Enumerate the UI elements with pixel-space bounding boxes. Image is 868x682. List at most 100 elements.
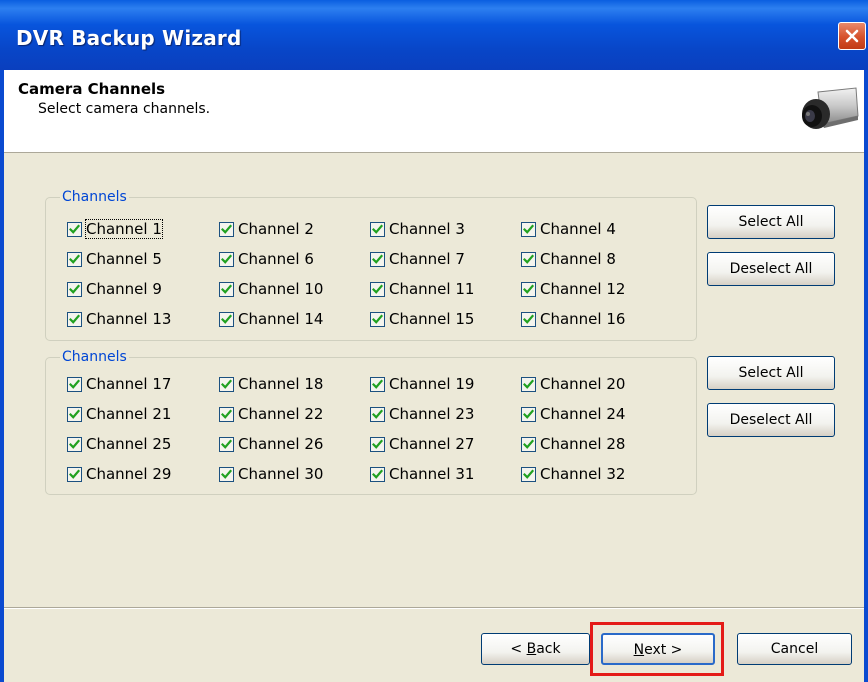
checkbox-box[interactable]	[67, 311, 82, 327]
checkbox-label: Channel 19	[389, 375, 475, 393]
checkbox-box[interactable]	[67, 221, 82, 237]
channel-checkbox[interactable]: Channel 28	[521, 433, 625, 455]
checkbox-box[interactable]	[67, 251, 82, 267]
channel-checkbox[interactable]: Channel 14	[219, 308, 323, 330]
checkbox-box[interactable]	[521, 221, 536, 237]
button-label: Cancel	[770, 641, 819, 657]
checkbox-box[interactable]	[521, 281, 536, 297]
checkbox-box[interactable]	[67, 281, 82, 297]
channel-checkbox[interactable]: Channel 3	[370, 218, 465, 240]
checkbox-box[interactable]	[219, 251, 234, 267]
checkbox-label: Channel 8	[540, 250, 616, 268]
checkbox-box[interactable]	[370, 466, 385, 482]
checkbox-box[interactable]	[219, 221, 234, 237]
checkmark-icon	[523, 223, 534, 234]
checkbox-box[interactable]	[67, 376, 82, 392]
channel-checkbox[interactable]: Channel 4	[521, 218, 616, 240]
checkbox-box[interactable]	[521, 406, 536, 422]
checkbox-label: Channel 30	[238, 465, 324, 483]
checkmark-icon	[221, 408, 232, 419]
channel-checkbox[interactable]: Channel 23	[370, 403, 474, 425]
close-button[interactable]	[838, 22, 866, 50]
channel-checkbox[interactable]: Channel 24	[521, 403, 625, 425]
channel-checkbox[interactable]: Channel 29	[67, 463, 171, 485]
select-all-button[interactable]: Select All	[707, 356, 835, 390]
checkmark-icon	[523, 468, 534, 479]
checkbox-box[interactable]	[370, 311, 385, 327]
checkmark-icon	[221, 283, 232, 294]
channel-checkbox[interactable]: Channel 2	[219, 218, 314, 240]
checkbox-label: Channel 17	[86, 375, 172, 393]
channel-checkbox[interactable]: Channel 17	[67, 373, 171, 395]
channel-checkbox[interactable]: Channel 32	[521, 463, 625, 485]
channel-checkbox[interactable]: Channel 30	[219, 463, 323, 485]
channel-checkbox[interactable]: Channel 5	[67, 248, 162, 270]
checkmark-icon	[221, 253, 232, 264]
checkmark-icon	[372, 223, 383, 234]
checkbox-box[interactable]	[521, 311, 536, 327]
checkmark-icon	[221, 438, 232, 449]
checkmark-icon	[69, 283, 80, 294]
checkbox-box[interactable]	[219, 311, 234, 327]
channel-checkbox[interactable]: Channel 26	[219, 433, 323, 455]
channel-checkbox[interactable]: Channel 31	[370, 463, 474, 485]
channel-checkbox[interactable]: Channel 18	[219, 373, 323, 395]
cancel-button[interactable]: Cancel	[737, 633, 852, 665]
checkbox-box[interactable]	[219, 281, 234, 297]
channel-checkbox[interactable]: Channel 8	[521, 248, 616, 270]
channel-checkbox[interactable]: Channel 21	[67, 403, 171, 425]
channel-checkbox[interactable]: Channel 6	[219, 248, 314, 270]
checkbox-box[interactable]	[521, 376, 536, 392]
checkbox-label: Channel 2	[238, 220, 314, 238]
checkbox-box[interactable]	[370, 221, 385, 237]
checkbox-box[interactable]	[370, 376, 385, 392]
footer-divider	[4, 607, 864, 609]
checkbox-box[interactable]	[521, 466, 536, 482]
back-button[interactable]: < Back	[481, 633, 590, 665]
channel-checkbox[interactable]: Channel 25	[67, 433, 171, 455]
checkmark-icon	[372, 378, 383, 389]
channel-checkbox[interactable]: Channel 20	[521, 373, 625, 395]
channel-checkbox[interactable]: Channel 16	[521, 308, 625, 330]
button-label: < Back	[482, 634, 589, 664]
channel-checkbox[interactable]: Channel 27	[370, 433, 474, 455]
checkbox-box[interactable]	[370, 406, 385, 422]
channel-checkbox[interactable]: Channel 7	[370, 248, 465, 270]
window-frame-left	[0, 70, 4, 682]
checkbox-box[interactable]	[219, 436, 234, 452]
checkmark-icon	[372, 408, 383, 419]
checkbox-label: Channel 20	[540, 375, 626, 393]
checkbox-box[interactable]	[67, 436, 82, 452]
select-all-button[interactable]: Select All	[707, 205, 835, 239]
checkbox-box[interactable]	[219, 466, 234, 482]
checkmark-icon	[372, 253, 383, 264]
deselect-all-button[interactable]: Deselect All	[707, 252, 835, 286]
checkbox-box[interactable]	[67, 466, 82, 482]
checkbox-label: Channel 13	[86, 310, 172, 328]
deselect-all-button[interactable]: Deselect All	[707, 403, 835, 437]
checkbox-label: Channel 11	[389, 280, 475, 298]
checkbox-label: Channel 15	[389, 310, 475, 328]
checkbox-box[interactable]	[219, 376, 234, 392]
channel-checkbox[interactable]: Channel 19	[370, 373, 474, 395]
channel-checkbox[interactable]: Channel 1	[67, 218, 163, 240]
checkbox-box[interactable]	[370, 436, 385, 452]
checkbox-box[interactable]	[219, 406, 234, 422]
checkbox-label: Channel 32	[540, 465, 626, 483]
channel-checkbox[interactable]: Channel 13	[67, 308, 171, 330]
title-bar[interactable]: DVR Backup Wizard	[0, 0, 868, 70]
checkbox-box[interactable]	[521, 436, 536, 452]
group-legend: Channels	[60, 349, 129, 365]
checkbox-box[interactable]	[370, 281, 385, 297]
checkbox-box[interactable]	[67, 406, 82, 422]
channel-checkbox[interactable]: Channel 10	[219, 278, 323, 300]
checkbox-box[interactable]	[370, 251, 385, 267]
checkmark-icon	[69, 313, 80, 324]
checkbox-box[interactable]	[521, 251, 536, 267]
channel-checkbox[interactable]: Channel 9	[67, 278, 162, 300]
channel-checkbox[interactable]: Channel 11	[370, 278, 474, 300]
channel-checkbox[interactable]: Channel 22	[219, 403, 323, 425]
mnemonic-letter: B	[526, 641, 537, 657]
channel-checkbox[interactable]: Channel 12	[521, 278, 625, 300]
channel-checkbox[interactable]: Channel 15	[370, 308, 474, 330]
